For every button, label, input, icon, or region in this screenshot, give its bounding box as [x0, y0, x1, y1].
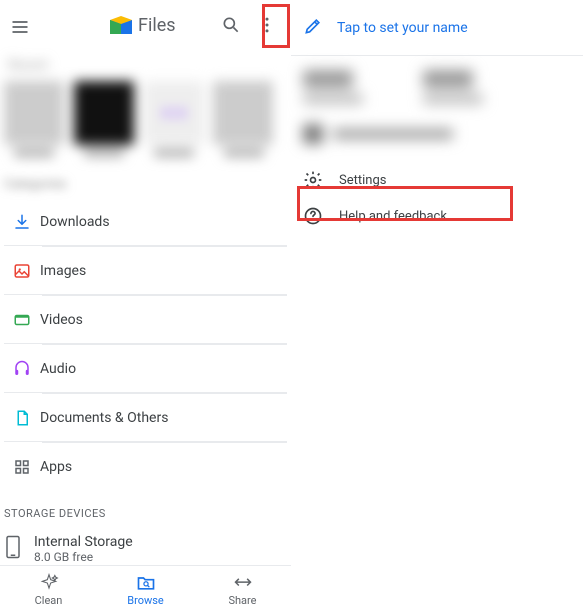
menu-label: Help and feedback: [339, 209, 447, 224]
categories-list: Downloads Images Videos Audio: [0, 198, 291, 491]
audio-icon: [4, 360, 40, 378]
folder-search-icon: [136, 573, 156, 593]
category-audio[interactable]: Audio: [4, 345, 287, 393]
apps-icon: [4, 458, 40, 476]
phone-storage-icon: [4, 535, 22, 563]
download-icon: [4, 213, 40, 231]
menu-settings[interactable]: Settings: [291, 162, 583, 198]
app-title: Files: [138, 15, 176, 36]
help-icon: [303, 206, 323, 226]
bottom-nav: Clean Browse Share: [0, 565, 291, 613]
menu-label: Settings: [339, 173, 386, 188]
nav-label: Browse: [127, 594, 164, 607]
category-documents[interactable]: Documents & Others: [4, 394, 287, 442]
category-label: Downloads: [40, 214, 110, 230]
menu-help[interactable]: Help and feedback: [291, 198, 583, 234]
profile-header: Tap to set your name: [291, 0, 583, 56]
share-arrows-icon: [233, 573, 253, 593]
storage-devices-header: STORAGE DEVICES: [0, 491, 291, 530]
nav-browse[interactable]: Browse: [97, 566, 194, 613]
nav-label: Clean: [35, 594, 63, 607]
recent-section-blurred: Recent: [0, 50, 291, 165]
category-label: Videos: [40, 312, 83, 328]
category-label: Images: [40, 263, 86, 279]
set-name-link[interactable]: Tap to set your name: [337, 20, 468, 36]
overflow-menu: Settings Help and feedback: [291, 156, 583, 234]
internal-storage-row[interactable]: Internal Storage 8.0 GB free: [0, 530, 291, 564]
category-videos[interactable]: Videos: [4, 296, 287, 344]
sparkle-icon: [39, 573, 59, 593]
files-app-panel: Files Recent Categories Downloads: [0, 0, 291, 613]
category-images[interactable]: Images: [4, 247, 287, 295]
profile-menu-panel: Tap to set your name Settings Help and f…: [291, 0, 583, 613]
nav-share[interactable]: Share: [194, 566, 291, 613]
storage-free-space: 8.0 GB free: [34, 550, 133, 564]
more-menu-icon[interactable]: [249, 7, 285, 43]
hamburger-menu-icon[interactable]: [6, 13, 30, 37]
category-downloads[interactable]: Downloads: [4, 198, 287, 246]
nav-label: Share: [228, 594, 256, 607]
video-icon: [4, 311, 40, 329]
category-apps[interactable]: Apps: [4, 443, 287, 491]
app-header: Files: [0, 0, 291, 50]
app-logo-title: Files: [110, 15, 176, 36]
image-icon: [4, 262, 40, 280]
category-label: Documents & Others: [40, 410, 168, 426]
gear-icon: [303, 170, 323, 190]
edit-pencil-icon[interactable]: [303, 16, 323, 40]
category-label: Apps: [40, 459, 72, 475]
categories-header-blurred: Categories: [0, 165, 291, 198]
nav-clean[interactable]: Clean: [0, 566, 97, 613]
category-label: Audio: [40, 361, 76, 377]
files-logo-icon: [110, 16, 132, 34]
search-icon[interactable]: [213, 7, 249, 43]
stats-section-blurred: [291, 56, 583, 156]
document-icon: [4, 409, 40, 427]
storage-name: Internal Storage: [34, 534, 133, 550]
